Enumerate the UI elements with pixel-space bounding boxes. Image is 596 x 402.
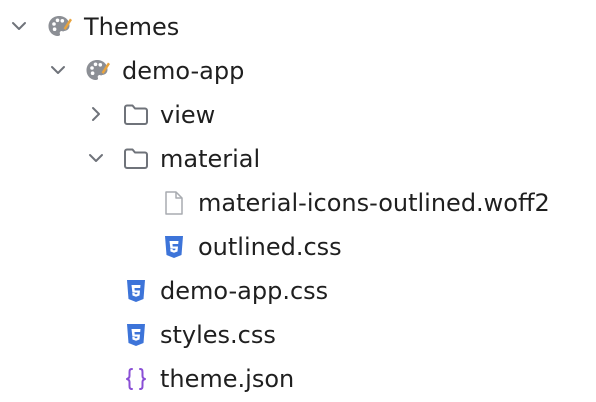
chevron-right-icon[interactable] (86, 104, 106, 124)
tree-item-label: demo-app.css (160, 277, 329, 305)
palette-icon (84, 57, 112, 85)
tree-row-theme-json[interactable]: theme.json (0, 357, 596, 401)
tree-row-demo-app[interactable]: demo-app (0, 49, 596, 93)
css-file-icon (122, 321, 150, 349)
tree-row-material[interactable]: material (0, 137, 596, 181)
project-tree: Themes demo-app view material material-i… (0, 0, 596, 402)
tree-row-themes[interactable]: Themes (0, 5, 596, 49)
json-braces-icon (122, 365, 150, 393)
tree-item-label: demo-app (122, 57, 245, 85)
tree-item-label: Themes (84, 13, 180, 41)
palette-icon (46, 13, 74, 41)
tree-row-outlined-css[interactable]: outlined.css (0, 225, 596, 269)
chevron-down-icon[interactable] (48, 60, 68, 80)
chevron-down-icon[interactable] (9, 16, 29, 36)
tree-item-label: theme.json (160, 365, 295, 393)
tree-item-label: material-icons-outlined.woff2 (198, 189, 550, 217)
css-file-icon (160, 233, 188, 261)
folder-icon (122, 101, 150, 129)
tree-item-label: view (160, 101, 216, 129)
css-file-icon (122, 277, 150, 305)
tree-row-demo-app-css[interactable]: demo-app.css (0, 269, 596, 313)
tree-item-label: outlined.css (198, 233, 342, 261)
chevron-down-icon[interactable] (86, 148, 106, 168)
tree-row-woff2-file[interactable]: material-icons-outlined.woff2 (0, 181, 596, 225)
folder-icon (122, 145, 150, 173)
tree-item-label: material (160, 145, 261, 173)
generic-file-icon (160, 189, 188, 217)
tree-item-label: styles.css (160, 321, 276, 349)
tree-row-view[interactable]: view (0, 93, 596, 137)
tree-row-styles-css[interactable]: styles.css (0, 313, 596, 357)
